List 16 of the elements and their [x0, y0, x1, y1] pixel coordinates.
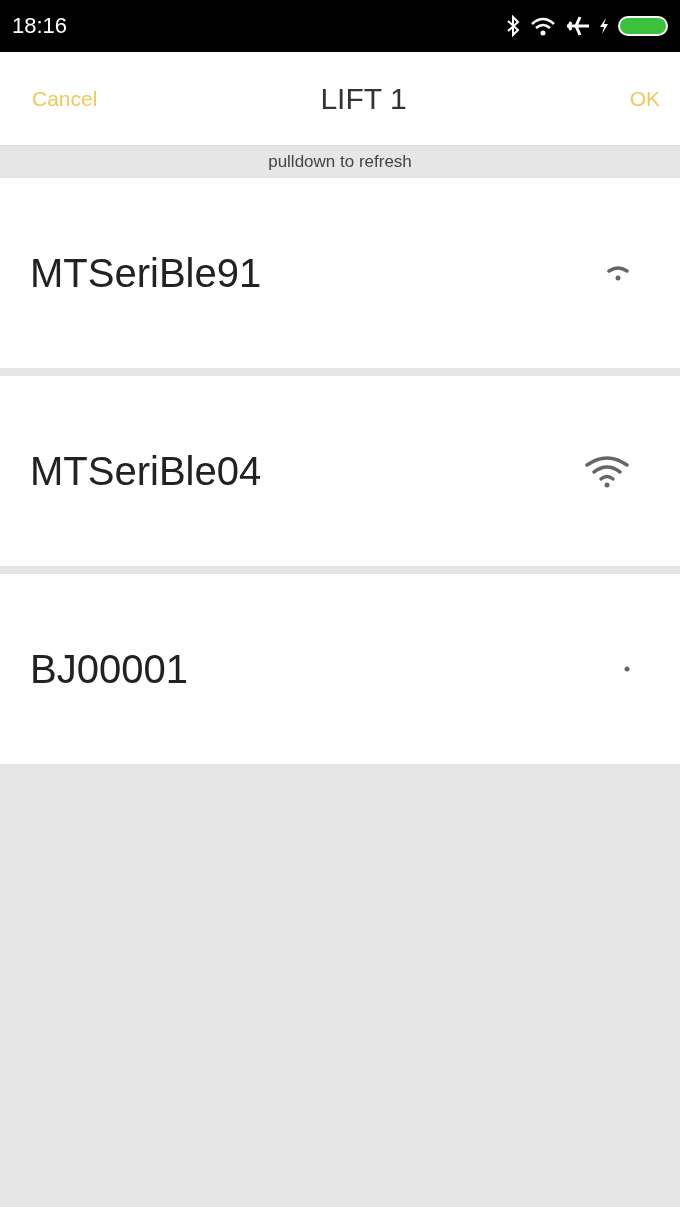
device-name: MTSeriBle91: [30, 250, 262, 296]
wifi-icon: [530, 16, 556, 36]
battery-icon: [618, 16, 668, 36]
device-row[interactable]: MTSeriBle91: [0, 178, 680, 368]
device-row[interactable]: MTSeriBle04: [0, 376, 680, 566]
charging-bolt-icon: [600, 18, 608, 34]
signal-dot-icon: [624, 666, 630, 672]
device-row[interactable]: BJ00001: [0, 574, 680, 764]
wifi-signal-icon: [606, 265, 630, 281]
wifi-signal-icon: [584, 454, 630, 488]
bluetooth-icon: [506, 15, 520, 37]
device-name: MTSeriBle04: [30, 448, 262, 494]
screen-title: LIFT 1: [320, 81, 407, 116]
device-name: BJ00001: [30, 646, 188, 692]
status-time: 18:16: [12, 13, 68, 39]
airplane-icon: [566, 15, 590, 37]
